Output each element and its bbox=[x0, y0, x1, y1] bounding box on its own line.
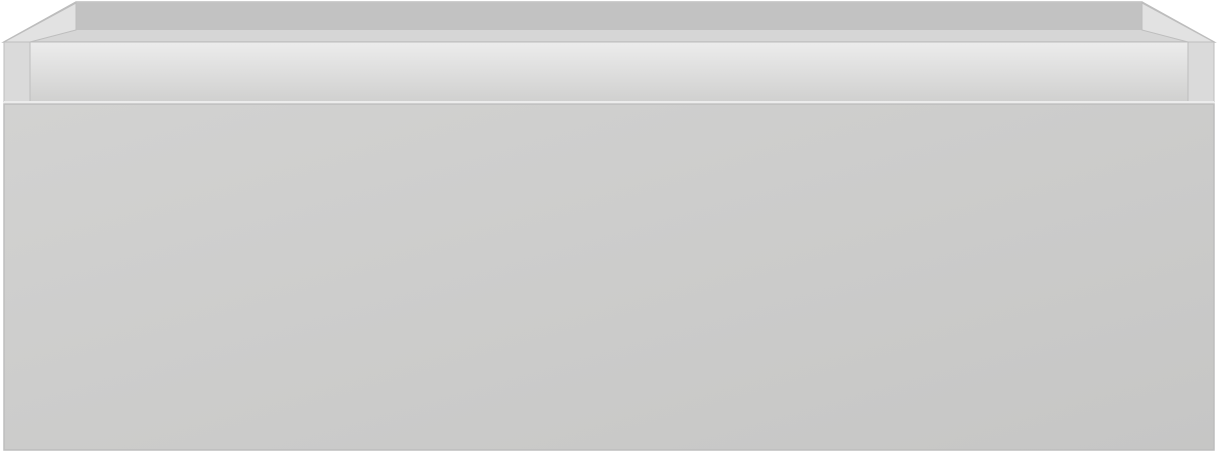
product-render-scene bbox=[0, 0, 1218, 452]
drawer-box-illustration bbox=[1, 1, 1217, 451]
left-corner-post bbox=[3, 41, 31, 103]
inner-back-wall bbox=[76, 3, 1142, 30]
front-lip bbox=[29, 41, 1189, 103]
right-corner-post bbox=[1187, 41, 1215, 103]
drawer-front-panel bbox=[3, 103, 1215, 451]
